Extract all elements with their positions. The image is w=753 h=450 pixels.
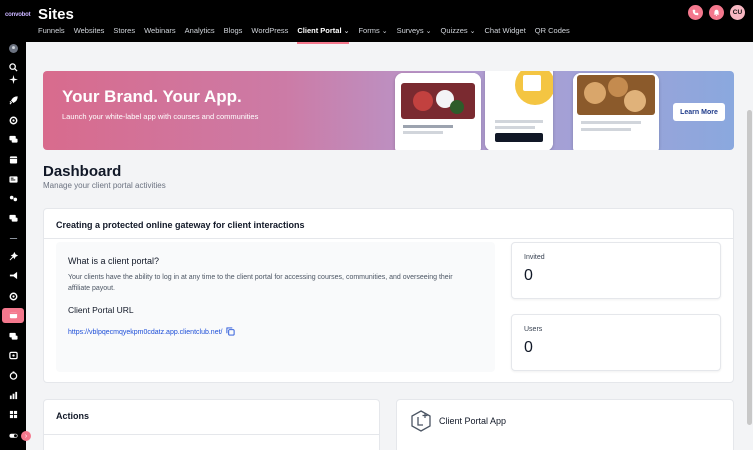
card-title: Creating a protected online gateway for … bbox=[56, 220, 305, 230]
client-portal-info-panel: What is a client portal? Your clients ha… bbox=[56, 242, 495, 372]
chevron-down-icon: ⌄ bbox=[343, 27, 350, 35]
nav-surveys[interactable]: Surveys ⌄ bbox=[397, 26, 432, 35]
megaphone-icon[interactable] bbox=[4, 269, 22, 282]
divider-dots-icon bbox=[4, 232, 22, 245]
chat-icon[interactable] bbox=[4, 133, 22, 146]
banner-subtitle: Launch your white-label app with courses… bbox=[62, 112, 259, 121]
learn-more-button[interactable]: Learn More bbox=[673, 103, 725, 121]
nav-label: WordPress bbox=[251, 26, 289, 35]
nav-blogs[interactable]: Blogs bbox=[224, 26, 243, 35]
sites-icon[interactable] bbox=[2, 308, 24, 323]
nav-label: Analytics bbox=[184, 26, 215, 35]
portal-app-title: Client Portal App bbox=[439, 416, 507, 426]
chevron-down-icon: ⌄ bbox=[469, 27, 476, 35]
top-right-actions: CU bbox=[688, 5, 745, 20]
users-label: Users bbox=[524, 326, 543, 333]
invited-label: Invited bbox=[524, 254, 545, 261]
portal-url-link[interactable]: https://vblpqecmqyekpm0cdatz.app.clientc… bbox=[68, 329, 222, 336]
portal-url-row: https://vblpqecmqyekpm0cdatz.app.clientc… bbox=[68, 323, 236, 341]
calendar-icon[interactable] bbox=[4, 153, 22, 166]
avatar[interactable]: CU bbox=[730, 5, 745, 20]
nav-webinars[interactable]: Webinars bbox=[144, 26, 176, 35]
nav-wordpress[interactable]: WordPress bbox=[251, 26, 288, 35]
nav-client-portal[interactable]: Client Portal ⌄ bbox=[297, 26, 350, 44]
nav-label: Blogs bbox=[223, 26, 243, 35]
nav-qr-codes[interactable]: QR Codes bbox=[535, 26, 570, 35]
automation-icon[interactable] bbox=[4, 250, 22, 263]
nav-funnels[interactable]: Funnels bbox=[38, 26, 65, 35]
toggle-icon[interactable] bbox=[4, 429, 22, 442]
account-switcher-icon[interactable] bbox=[4, 42, 22, 55]
settings-icon[interactable] bbox=[4, 290, 22, 303]
bell-icon[interactable] bbox=[709, 5, 724, 20]
portal-url-label: Client Portal URL bbox=[68, 305, 134, 315]
phone-mockup-image bbox=[485, 71, 553, 150]
reporting-icon[interactable] bbox=[4, 389, 22, 402]
users-value: 0 bbox=[524, 339, 533, 356]
divider bbox=[44, 238, 733, 239]
left-sidebar: › bbox=[0, 42, 31, 450]
mobile-app-icon bbox=[411, 410, 431, 437]
chevron-down-icon: ⌄ bbox=[381, 27, 388, 35]
brand-logo[interactable]: convobot bbox=[5, 12, 31, 18]
contacts-icon[interactable] bbox=[4, 173, 22, 186]
actions-card: Actions bbox=[43, 399, 380, 450]
invited-stat-card: Invited 0 bbox=[511, 242, 721, 299]
nav-label: Webinars bbox=[144, 26, 176, 35]
promo-banner: Your Brand. Your App. Launch your white-… bbox=[43, 71, 734, 150]
media-icon[interactable] bbox=[4, 349, 22, 362]
nav-chat-widget[interactable]: Chat Widget bbox=[485, 26, 526, 35]
client-portal-overview-card: Creating a protected online gateway for … bbox=[43, 208, 734, 383]
chevron-down-icon: ⌄ bbox=[425, 27, 432, 35]
nav-label: QR Codes bbox=[534, 26, 570, 35]
phone-mockup-image bbox=[573, 73, 659, 150]
actions-title: Actions bbox=[56, 411, 90, 421]
top-nav: Funnels Websites Stores Webinars Analyti… bbox=[38, 26, 570, 44]
copy-icon[interactable] bbox=[226, 323, 236, 341]
page-title: Dashboard bbox=[43, 163, 122, 180]
nav-stores[interactable]: Stores bbox=[113, 26, 135, 35]
nav-forms[interactable]: Forms ⌄ bbox=[358, 26, 387, 35]
page-section-title: Sites bbox=[38, 6, 74, 23]
nav-label: Stores bbox=[113, 26, 136, 35]
sidebar-collapse-icon[interactable]: › bbox=[21, 431, 31, 441]
nav-label: Client Portal bbox=[297, 26, 342, 35]
nav-label: Websites bbox=[73, 26, 105, 35]
app-marketplace-icon[interactable] bbox=[4, 408, 22, 421]
nav-label: Forms bbox=[358, 26, 380, 35]
client-portal-app-card: Client Portal App bbox=[396, 399, 734, 450]
nav-analytics[interactable]: Analytics bbox=[185, 26, 215, 35]
scrollbar-thumb[interactable] bbox=[747, 110, 752, 425]
page-subtitle: Manage your client portal activities bbox=[43, 181, 166, 190]
info-description: Your clients have the ability to log in … bbox=[68, 274, 453, 292]
divider bbox=[44, 434, 379, 435]
rocket-icon[interactable] bbox=[4, 94, 22, 107]
top-bar: convobot Sites Funnels Websites Stores W… bbox=[0, 0, 753, 44]
sparkle-icon[interactable] bbox=[4, 73, 22, 86]
reputation-icon[interactable] bbox=[4, 369, 22, 382]
nav-websites[interactable]: Websites bbox=[74, 26, 105, 35]
phone-icon[interactable] bbox=[688, 5, 703, 20]
scrollbar[interactable] bbox=[745, 42, 753, 450]
info-heading: What is a client portal? bbox=[68, 256, 160, 266]
memberships-icon[interactable] bbox=[4, 330, 22, 343]
nav-label: Chat Widget bbox=[484, 26, 526, 35]
nav-label: Funnels bbox=[38, 26, 65, 35]
conversations-icon[interactable] bbox=[4, 212, 22, 225]
users-stat-card: Users 0 bbox=[511, 314, 721, 371]
nav-label: Surveys bbox=[396, 26, 424, 35]
phone-mockup-image bbox=[395, 73, 481, 150]
banner-title: Your Brand. Your App. bbox=[62, 87, 242, 106]
opportunities-icon[interactable] bbox=[4, 192, 22, 205]
gear-icon[interactable] bbox=[4, 114, 22, 127]
nav-label: Quizzes bbox=[440, 26, 468, 35]
nav-quizzes[interactable]: Quizzes ⌄ bbox=[441, 26, 476, 35]
invited-value: 0 bbox=[524, 267, 533, 284]
